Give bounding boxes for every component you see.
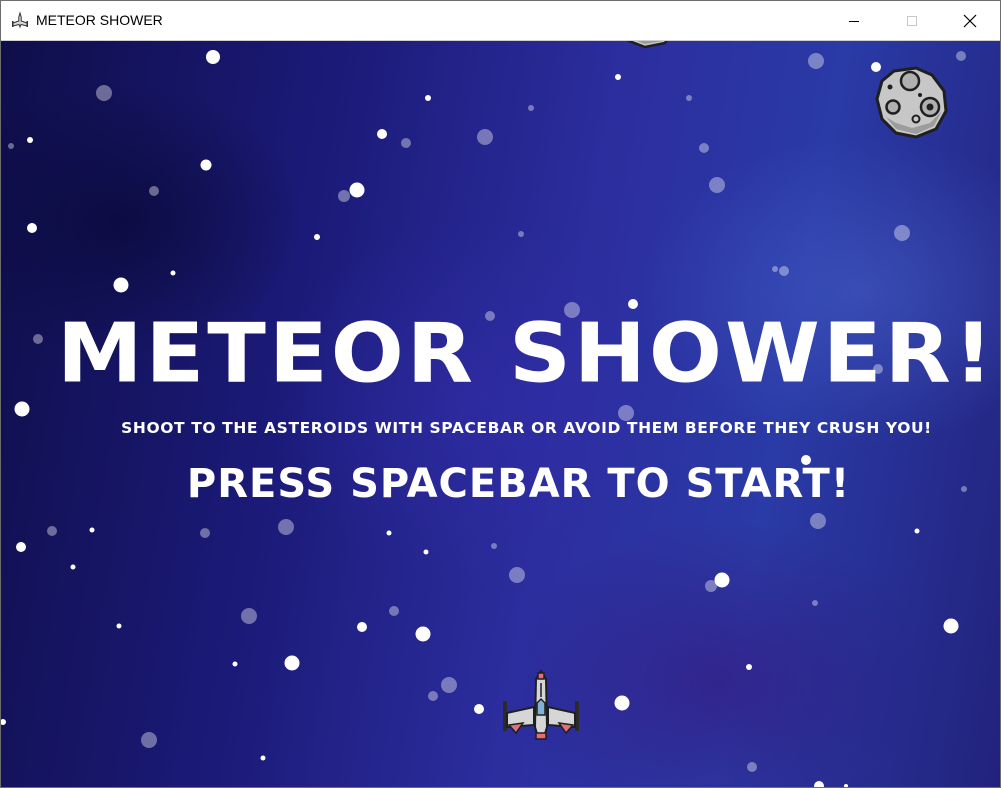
game-title: METEOR SHOWER! xyxy=(56,306,997,402)
close-icon xyxy=(963,14,977,27)
window-title: METEOR SHOWER xyxy=(36,12,163,28)
instructions-text: SHOOT TO THE ASTEROIDS WITH SPACEBAR OR … xyxy=(121,419,932,437)
spaceship-icon xyxy=(12,11,28,29)
close-button[interactable] xyxy=(941,1,999,40)
game-window: METEOR SHOWER METEOR SHOWER! SHOOT TO TH… xyxy=(0,0,1001,788)
minimize-icon xyxy=(849,20,859,22)
maximize-button[interactable] xyxy=(883,1,941,40)
game-canvas[interactable]: METEOR SHOWER! SHOOT TO THE ASTEROIDS WI… xyxy=(1,41,1000,787)
minimize-button[interactable] xyxy=(825,1,883,40)
asteroid-icon xyxy=(627,41,668,49)
asteroid-icon xyxy=(875,66,948,139)
maximize-icon xyxy=(907,15,917,26)
title-bar[interactable]: METEOR SHOWER xyxy=(1,1,1000,41)
spaceship-icon xyxy=(503,669,579,740)
start-prompt: PRESS SPACEBAR TO START! xyxy=(186,461,851,507)
